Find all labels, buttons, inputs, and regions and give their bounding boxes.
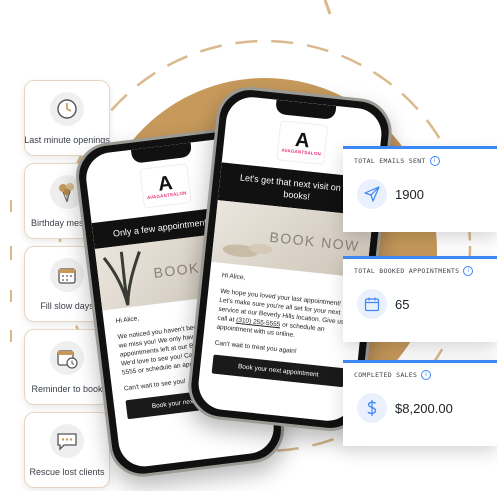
calendar-clock-icon [50,340,84,375]
automation-label: Rescue lost clients [29,466,105,477]
book-appointment-button[interactable]: Book your next appointment [211,354,345,388]
stat-value: $8,200.00 [395,400,453,416]
stat-title: TOTAL BOOKED APPOINTMENTS [354,267,460,275]
paper-plane-icon [357,179,387,209]
dollar-icon [357,393,387,423]
stat-card-completed-sales: COMPLETED SALES i $8,200.00 [343,360,497,446]
stat-value: 1900 [395,186,424,202]
automation-label: Reminder to book [31,383,103,394]
stat-title: COMPLETED SALES [354,371,418,379]
email-body: Hi Alice, We hope you loved your last ap… [202,262,366,363]
info-icon[interactable]: i [463,266,474,276]
stat-value: 65 [395,296,410,312]
stat-card-booked-appointments: TOTAL BOOKED APPOINTMENTS i 65 [343,256,497,342]
info-icon[interactable]: i [421,370,432,380]
calendar-grid-icon [50,257,84,292]
clock-icon [50,91,84,126]
phone-notch [275,99,337,120]
phone-notch [130,142,193,164]
automation-label: Last minute openings [24,134,110,145]
automation-card-rescue[interactable]: Rescue lost clients [24,412,110,488]
chat-bubble-icon [50,423,84,458]
palm-leaf-image [102,251,141,306]
message: We hope you loved your last appointment!… [216,287,350,339]
info-icon[interactable]: i [429,156,440,166]
hero-text: BOOK NOW [268,228,361,255]
automation-label: Fill slow days [40,300,94,311]
salon-logo: A AVAGANTSALON [139,163,192,209]
salon-logo: A AVAGANTSALON [276,120,329,166]
stat-title: TOTAL EMAILS SENT [354,157,426,165]
stat-card-emails-sent: TOTAL EMAILS SENT i 1900 [343,146,497,232]
calendar-icon [357,289,387,319]
stone-decor-image [222,243,273,258]
